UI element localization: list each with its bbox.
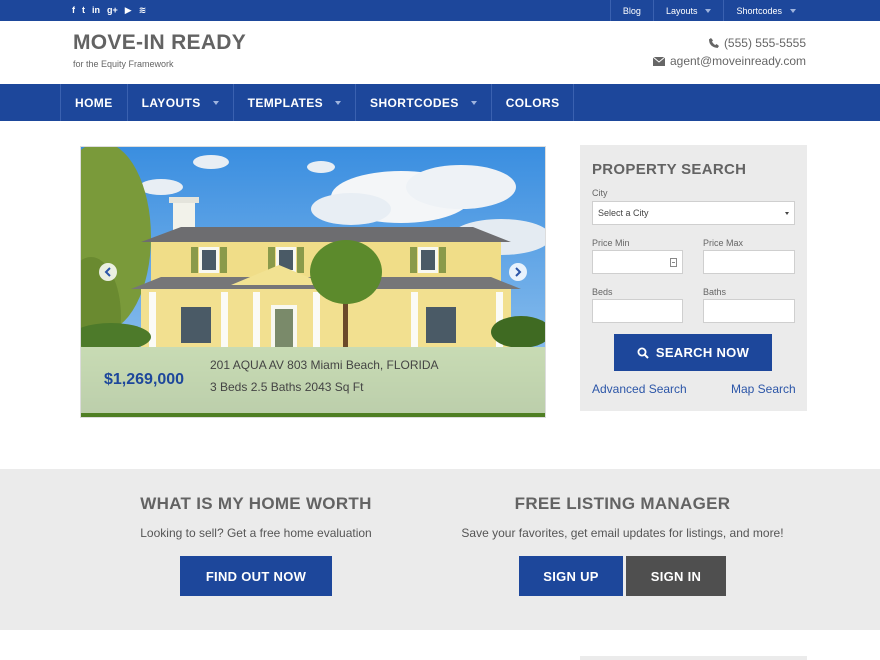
top-nav: Blog Layouts Shortcodes <box>609 0 808 21</box>
top-nav-label: Shortcodes <box>736 5 782 16</box>
chevron-down-icon <box>335 100 342 105</box>
rss-icon[interactable]: ≋ <box>139 0 147 21</box>
listing-price: $1,269,000 <box>104 371 185 388</box>
envelope-icon <box>652 56 665 66</box>
top-nav-shortcodes[interactable]: Shortcodes <box>723 0 808 21</box>
phone-row: (555) 555-5555 <box>653 34 806 52</box>
city-select-value: Select a City <box>598 208 649 218</box>
advanced-search-link[interactable]: Advanced Search <box>592 382 687 396</box>
listing-slider[interactable]: $1,269,000 201 AQUA AV 803 Miami Beach, … <box>80 146 546 418</box>
city-select[interactable]: Select a City <box>592 201 795 225</box>
top-nav-layouts[interactable]: Layouts <box>652 0 724 21</box>
chevron-right-icon <box>515 267 522 277</box>
beds-label: Beds <box>592 287 613 297</box>
price-max-input[interactable] <box>703 250 795 274</box>
top-nav-label: Blog <box>622 5 641 16</box>
phone-number[interactable]: (555) 555-5555 <box>724 36 806 50</box>
top-nav-blog[interactable]: Blog <box>609 0 653 21</box>
baths-input[interactable] <box>703 299 795 323</box>
number-spinner-icon[interactable] <box>670 258 677 267</box>
baths-label: Baths <box>703 287 727 297</box>
nav-item-label: LAYOUTS <box>141 95 201 110</box>
nav-item-label: TEMPLATES <box>247 95 324 110</box>
listing-caption[interactable]: $1,269,000 201 AQUA AV 803 Miami Beach, … <box>81 347 545 413</box>
twitter-icon[interactable]: t <box>82 0 85 21</box>
nav-item-layouts[interactable]: LAYOUTS <box>128 84 234 121</box>
beds-input[interactable] <box>592 299 683 323</box>
search-now-button[interactable]: SEARCH NOW <box>614 334 772 371</box>
home-worth-text: Looking to sell? Get a free home evaluat… <box>140 526 372 540</box>
cta-band: WHAT IS MY HOME WORTH Looking to sell? G… <box>0 469 880 630</box>
chevron-down-icon <box>212 100 219 105</box>
chevron-left-icon <box>104 267 111 277</box>
property-search-widget: PROPERTY SEARCH City Select a City Price… <box>580 145 807 411</box>
email-address[interactable]: agent@moveinready.com <box>670 54 806 68</box>
widget-edge <box>580 656 807 660</box>
social-links: f t in g+ ▶ ≋ <box>72 0 146 21</box>
nav-item-label: COLORS <box>505 95 560 110</box>
linkedin-icon[interactable]: in <box>92 0 100 21</box>
nav-item-colors[interactable]: COLORS <box>492 84 575 121</box>
youtube-icon[interactable]: ▶ <box>125 0 132 21</box>
sign-up-button[interactable]: SIGN UP <box>519 556 623 596</box>
nav-item-label: SHORTCODES <box>370 95 459 110</box>
phone-icon <box>708 38 719 48</box>
header-contact: (555) 555-5555 agent@moveinready.com <box>652 34 806 70</box>
nav-item-templates[interactable]: TEMPLATES <box>234 84 357 121</box>
price-min-label: Price Min <box>592 238 630 248</box>
google-plus-icon[interactable]: g+ <box>107 0 118 21</box>
site-tagline: for the Equity Framework <box>73 59 174 69</box>
listing-manager-text: Save your favorites, get email updates f… <box>461 526 784 540</box>
search-now-label: SEARCH NOW <box>655 345 750 360</box>
slider-prev-button[interactable] <box>99 263 117 281</box>
facebook-icon[interactable]: f <box>72 0 75 21</box>
search-icon <box>637 347 649 359</box>
find-out-now-button[interactable]: FIND OUT NOW <box>180 556 332 596</box>
nav-item-shortcodes[interactable]: SHORTCODES <box>356 84 492 121</box>
chevron-down-icon <box>705 8 712 13</box>
listing-details: 3 Beds 2.5 Baths 2043 Sq Ft <box>210 380 364 394</box>
top-nav-label: Layouts <box>665 5 698 16</box>
chevron-down-icon <box>470 100 477 105</box>
sign-in-button[interactable]: SIGN IN <box>626 556 726 596</box>
price-min-input[interactable] <box>592 250 683 274</box>
site-title[interactable]: MOVE-IN READY <box>73 31 246 55</box>
slider-next-button[interactable] <box>509 263 527 281</box>
nav-item-label: HOME <box>75 95 113 110</box>
email-row: agent@moveinready.com <box>652 52 806 70</box>
price-max-label: Price Max <box>703 238 744 248</box>
city-label: City <box>592 188 608 198</box>
listing-address: 201 AQUA AV 803 Miami Beach, FLORIDA <box>210 358 439 372</box>
chevron-down-icon <box>785 212 789 215</box>
map-search-link[interactable]: Map Search <box>731 382 796 396</box>
chevron-down-icon <box>790 8 796 13</box>
nav-item-home[interactable]: HOME <box>61 84 128 121</box>
top-bar: f t in g+ ▶ ≋ Blog Layouts Shortcodes <box>0 0 880 21</box>
property-search-title: PROPERTY SEARCH <box>592 161 747 178</box>
listing-manager-title: FREE LISTING MANAGER <box>514 494 731 513</box>
main-nav: HOME LAYOUTS TEMPLATES SHORTCODES COLORS <box>0 84 880 121</box>
home-worth-title: WHAT IS MY HOME WORTH <box>140 494 372 513</box>
